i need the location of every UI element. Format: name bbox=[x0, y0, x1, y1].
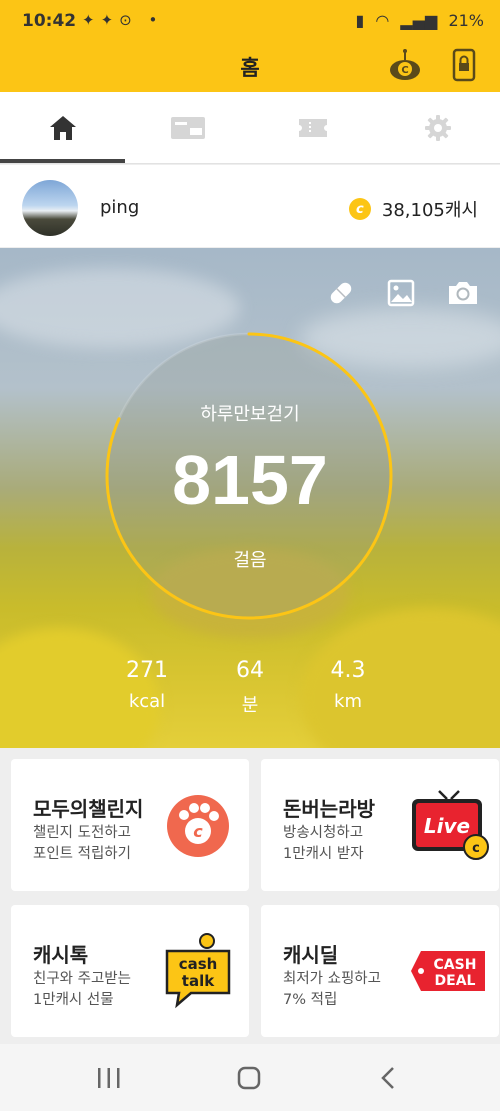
card-title: 캐시딜 bbox=[283, 943, 339, 967]
status-bar: 10:42 ✦✦⊙ • ▮ ◠ ▂▄▆ 21% bbox=[0, 0, 500, 44]
profile-row: ping c 38,105캐시 bbox=[0, 165, 500, 247]
cash-talk-icon: cash talk bbox=[165, 933, 231, 1009]
tab-bar bbox=[0, 92, 500, 164]
cash-balance-text: 38,105캐시 bbox=[381, 200, 478, 221]
status-right: ▮ ◠ ▂▄▆ 21% bbox=[349, 11, 484, 30]
card-subtitle-line: 방송시청하고 bbox=[283, 825, 364, 841]
stat-unit: 분 bbox=[241, 695, 259, 716]
character-icon[interactable]: C bbox=[388, 48, 422, 82]
notification-icons: ✦✦⊙ • bbox=[82, 11, 164, 29]
back-icon[interactable] bbox=[378, 1066, 400, 1090]
paw-coin-icon: c bbox=[167, 795, 229, 857]
cashtalk-card[interactable]: 캐시톡 친구와 주고받는 1만캐시 선물 cash talk bbox=[11, 905, 249, 1037]
ticket-store-icon bbox=[170, 117, 205, 139]
card-subtitle: 챌린지 도전하고 포인트 적립하기 bbox=[33, 823, 163, 865]
stat-value: 4.3 bbox=[330, 658, 366, 683]
card-title: 돈버는라방 bbox=[283, 797, 375, 821]
card-subtitle-line: 최저가 쇼핑하고 bbox=[283, 971, 381, 987]
stat-minutes: 64 분 bbox=[200, 658, 300, 717]
card-subtitle-line: 1만캐시 선물 bbox=[33, 992, 114, 1008]
tab-coupon[interactable] bbox=[250, 92, 375, 164]
cash-deal-tag-icon: CASH DEAL bbox=[411, 951, 485, 991]
live-coin-glyph: c bbox=[472, 841, 480, 856]
card-subtitle-line: 친구와 주고받는 bbox=[33, 971, 131, 987]
card-subtitle-line: 포인트 적립하기 bbox=[33, 846, 131, 862]
cashdeal-text-1: CASH bbox=[434, 957, 477, 973]
stat-distance: 4.3 km bbox=[298, 658, 398, 712]
live-card[interactable]: 돈버는라방 방송시청하고 1만캐시 받자 Live c bbox=[261, 759, 499, 891]
cashtalk-text-1: cash bbox=[179, 955, 218, 973]
battery-text: 21% bbox=[448, 11, 484, 30]
card-subtitle: 최저가 쇼핑하고 7% 적립 bbox=[283, 969, 413, 1011]
card-title: 캐시톡 bbox=[33, 943, 89, 967]
phone-lock-icon[interactable] bbox=[447, 48, 481, 82]
card-subtitle-line: 1만캐시 받자 bbox=[283, 846, 364, 862]
card-subtitle-line: 7% 적립 bbox=[283, 992, 338, 1008]
card-subtitle-line: 챌린지 도전하고 bbox=[33, 825, 131, 841]
card-title: 모두의챌린지 bbox=[33, 797, 144, 821]
step-count: 8157 bbox=[172, 441, 328, 519]
tab-settings[interactable] bbox=[375, 92, 500, 164]
system-nav-bar bbox=[0, 1044, 500, 1111]
live-tv-icon: Live c bbox=[412, 790, 489, 860]
page-title: 홈 bbox=[240, 56, 260, 80]
gallery-icon[interactable] bbox=[386, 278, 416, 308]
battery-saver-icon: ▮ bbox=[355, 11, 365, 30]
svg-text:c: c bbox=[193, 822, 203, 841]
live-icon-text: Live bbox=[424, 814, 470, 838]
tab-home[interactable] bbox=[0, 92, 125, 164]
pill-icon[interactable] bbox=[326, 278, 356, 308]
walk-title: 하루만보걷기 bbox=[200, 404, 300, 425]
home-icon bbox=[49, 116, 76, 140]
card-subtitle: 친구와 주고받는 1만캐시 선물 bbox=[33, 969, 163, 1011]
username[interactable]: ping bbox=[100, 197, 139, 218]
active-tab-indicator bbox=[0, 159, 125, 163]
gear-icon bbox=[424, 115, 451, 141]
camera-icon[interactable] bbox=[446, 278, 480, 308]
cashtalk-text-2: talk bbox=[182, 972, 215, 990]
cashdeal-text-2: DEAL bbox=[435, 973, 476, 989]
stat-unit: km bbox=[334, 691, 362, 712]
challenge-card[interactable]: 모두의챌린지 챌린지 도전하고 포인트 적립하기 c bbox=[11, 759, 249, 891]
signal-icon: ▂▄▆ bbox=[400, 11, 438, 30]
cash-coin-icon: c bbox=[348, 198, 371, 220]
card-subtitle: 방송시청하고 1만캐시 받자 bbox=[283, 823, 413, 865]
app-header: 10:42 ✦✦⊙ • ▮ ◠ ▂▄▆ 21% 홈 C bbox=[0, 0, 500, 92]
status-time: 10:42 bbox=[22, 11, 77, 31]
cash-balance[interactable]: c 38,105캐시 bbox=[348, 196, 478, 222]
wifi-icon: ◠ bbox=[375, 11, 390, 30]
recent-apps-icon[interactable] bbox=[96, 1066, 122, 1090]
stat-value: 271 bbox=[126, 658, 168, 683]
home-nav-icon[interactable] bbox=[236, 1066, 262, 1090]
tab-store[interactable] bbox=[125, 92, 250, 164]
avatar[interactable] bbox=[22, 180, 78, 236]
walk-hero: 하루만보걷기 8157 걸음 271 kcal 64 분 4.3 km bbox=[0, 248, 500, 748]
coupon-icon bbox=[298, 119, 327, 137]
stat-unit: kcal bbox=[128, 691, 166, 712]
step-unit: 걸음 bbox=[233, 550, 267, 571]
cashdeal-card[interactable]: 캐시딜 최저가 쇼핑하고 7% 적립 CASH DEAL bbox=[261, 905, 499, 1037]
stat-value: 64 bbox=[236, 658, 264, 683]
svg-text:C: C bbox=[401, 65, 408, 76]
stat-calories: 271 kcal bbox=[97, 658, 197, 712]
